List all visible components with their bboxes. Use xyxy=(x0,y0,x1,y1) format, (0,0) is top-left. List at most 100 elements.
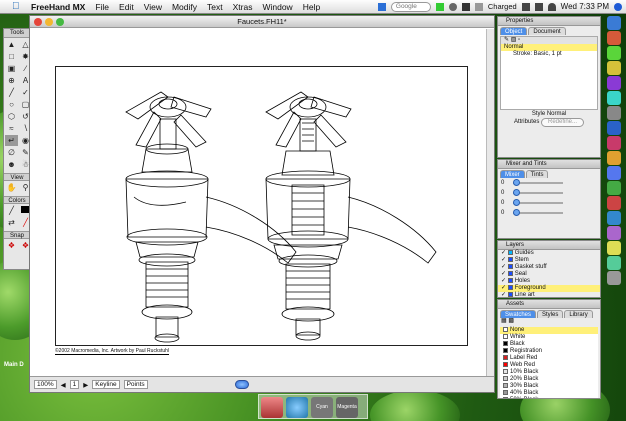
volume-icon[interactable] xyxy=(534,2,543,11)
layer-color-swatch[interactable] xyxy=(507,250,513,255)
polygon-tool-icon[interactable]: ⬡ xyxy=(5,111,18,122)
visibility-check-icon[interactable]: ✓ xyxy=(501,271,506,277)
spotlight-icon[interactable] xyxy=(614,2,622,11)
black-value[interactable]: 0 xyxy=(501,210,504,216)
side-dock-item[interactable] xyxy=(607,271,621,285)
layer-color-swatch[interactable] xyxy=(507,257,513,262)
units-select[interactable]: Points xyxy=(123,380,148,389)
mixer-slider-magenta[interactable]: 0 xyxy=(498,188,600,198)
menu-edit[interactable]: Edit xyxy=(114,2,139,12)
tab-library[interactable]: Library xyxy=(564,310,593,318)
swatch-row[interactable]: 50% Black xyxy=(500,397,598,398)
layer-row[interactable]: ✓ Foreground xyxy=(498,285,600,292)
swatch-row[interactable]: Black xyxy=(500,341,598,348)
scale-tool-icon[interactable]: ▣ xyxy=(5,63,18,74)
visibility-check-icon[interactable]: ✓ xyxy=(501,278,506,284)
swatch-row[interactable]: 20% Black xyxy=(500,376,598,383)
side-dock-item[interactable] xyxy=(607,106,621,120)
next-page-icon[interactable]: ▶ xyxy=(83,381,88,389)
artboard-page[interactable] xyxy=(55,66,468,346)
sync-icon[interactable] xyxy=(448,2,457,11)
swatch-row[interactable]: Registration xyxy=(500,348,598,355)
side-dock-item[interactable] xyxy=(607,76,621,90)
tab-styles[interactable]: Styles xyxy=(537,310,564,318)
side-dock-item[interactable] xyxy=(607,166,621,180)
assets-panel-title[interactable]: Assets xyxy=(498,300,600,309)
freeform-tool-icon[interactable]: ≈ xyxy=(5,123,18,134)
object-style-row[interactable]: Normal xyxy=(501,44,597,51)
tab-swatches[interactable]: Swatches xyxy=(500,310,537,318)
clock[interactable]: Wed 7:33 PM xyxy=(561,2,609,11)
wifi-icon[interactable] xyxy=(547,2,556,11)
menu-file[interactable]: File xyxy=(90,2,114,12)
side-dock-item[interactable] xyxy=(607,16,621,30)
graphic-hose-icon[interactable]: ☻ xyxy=(5,159,18,170)
display-icon[interactable] xyxy=(521,2,530,11)
swatch-row[interactable]: White xyxy=(500,334,598,341)
prev-page-icon[interactable]: ◀ xyxy=(61,381,66,389)
visibility-check-icon[interactable]: ✓ xyxy=(501,264,506,270)
redefine-button[interactable]: Redefine... xyxy=(541,118,585,127)
visibility-check-icon[interactable]: ✓ xyxy=(501,250,506,256)
side-dock-item[interactable] xyxy=(607,211,621,225)
side-dock-item[interactable] xyxy=(607,31,621,45)
google-search-field[interactable]: Google xyxy=(390,1,431,12)
side-dock-item[interactable] xyxy=(607,121,621,135)
line-tool-icon[interactable]: ╱ xyxy=(5,87,18,98)
dock-item-finder[interactable] xyxy=(286,397,308,418)
script-menu-icon[interactable] xyxy=(377,2,386,11)
side-dock-item[interactable] xyxy=(607,181,621,195)
window-titlebar[interactable]: Faucets.FH11* xyxy=(30,16,494,28)
blend-tool-icon[interactable]: ∅ xyxy=(5,147,18,158)
swatch-row[interactable]: Web Red xyxy=(500,362,598,369)
apple-menu-icon[interactable]:  xyxy=(12,1,22,12)
side-dock-item[interactable] xyxy=(607,91,621,105)
layer-color-swatch[interactable] xyxy=(507,278,513,283)
hand-tool-icon[interactable]: ✋ xyxy=(5,182,18,193)
layer-color-swatch[interactable] xyxy=(507,292,513,297)
faucets-illustration[interactable] xyxy=(56,67,467,345)
dock-item-freehand[interactable] xyxy=(261,397,283,418)
yellow-value[interactable]: 0 xyxy=(501,200,504,206)
side-dock-item[interactable] xyxy=(607,241,621,255)
layer-row[interactable]: ✓ Stem xyxy=(498,257,600,264)
side-dock-item[interactable] xyxy=(607,256,621,270)
menu-text[interactable]: Text xyxy=(202,2,228,12)
menu-help[interactable]: Help xyxy=(298,2,325,12)
layers-panel-title[interactable]: Layers xyxy=(498,241,600,250)
stroke-row[interactable]: Stroke: Basic, 1 pt xyxy=(501,51,597,58)
tab-tints[interactable]: Tints xyxy=(525,170,549,178)
desktop-disk-label[interactable]: Main D xyxy=(4,362,24,368)
layer-color-swatch[interactable] xyxy=(507,264,513,269)
layer-row[interactable]: ✓ Gasket stuff xyxy=(498,264,600,271)
battery-icon[interactable] xyxy=(474,2,483,11)
horizontal-scroll-thumb[interactable] xyxy=(235,380,249,389)
mixer-slider-black[interactable]: 0 xyxy=(498,208,600,218)
dock-item-magenta[interactable]: Magenta xyxy=(336,397,358,418)
layer-row[interactable]: ✓ Line art xyxy=(498,292,600,297)
tab-mixer[interactable]: Mixer xyxy=(500,170,525,178)
swatch-row[interactable]: 40% Black xyxy=(500,390,598,397)
swap-colors-icon[interactable]: ⇄ xyxy=(5,217,18,228)
pen-tool-icon[interactable]: ⊕ xyxy=(5,75,18,86)
ellipse-tool-icon[interactable]: ○ xyxy=(5,99,18,110)
visibility-check-icon[interactable]: ✓ xyxy=(501,285,506,291)
document-canvas[interactable]: ©2002 Macromedia, Inc. Artwork by Paul R… xyxy=(30,29,486,376)
display-mode-select[interactable]: Keyline xyxy=(92,380,120,389)
menu-window[interactable]: Window xyxy=(257,2,297,12)
activity-icon[interactable] xyxy=(435,2,444,11)
side-dock-item[interactable] xyxy=(607,226,621,240)
pointer-tool-icon[interactable]: ▲ xyxy=(5,39,18,50)
bluetooth-icon[interactable] xyxy=(461,2,470,11)
cyan-value[interactable]: 0 xyxy=(501,180,504,186)
page-number-field[interactable]: 1 xyxy=(69,380,80,389)
properties-panel-title[interactable]: Properties xyxy=(498,17,600,26)
side-dock-item[interactable] xyxy=(607,46,621,60)
swatch-row[interactable]: 30% Black xyxy=(500,383,598,390)
tab-document[interactable]: Document xyxy=(528,27,566,35)
swatch-row[interactable]: None xyxy=(500,327,598,334)
mixer-slider-yellow[interactable]: 0 xyxy=(498,198,600,208)
app-menu[interactable]: FreeHand MX xyxy=(26,2,90,12)
side-dock-item[interactable] xyxy=(607,136,621,150)
swatch-row[interactable]: 10% Black xyxy=(500,369,598,376)
